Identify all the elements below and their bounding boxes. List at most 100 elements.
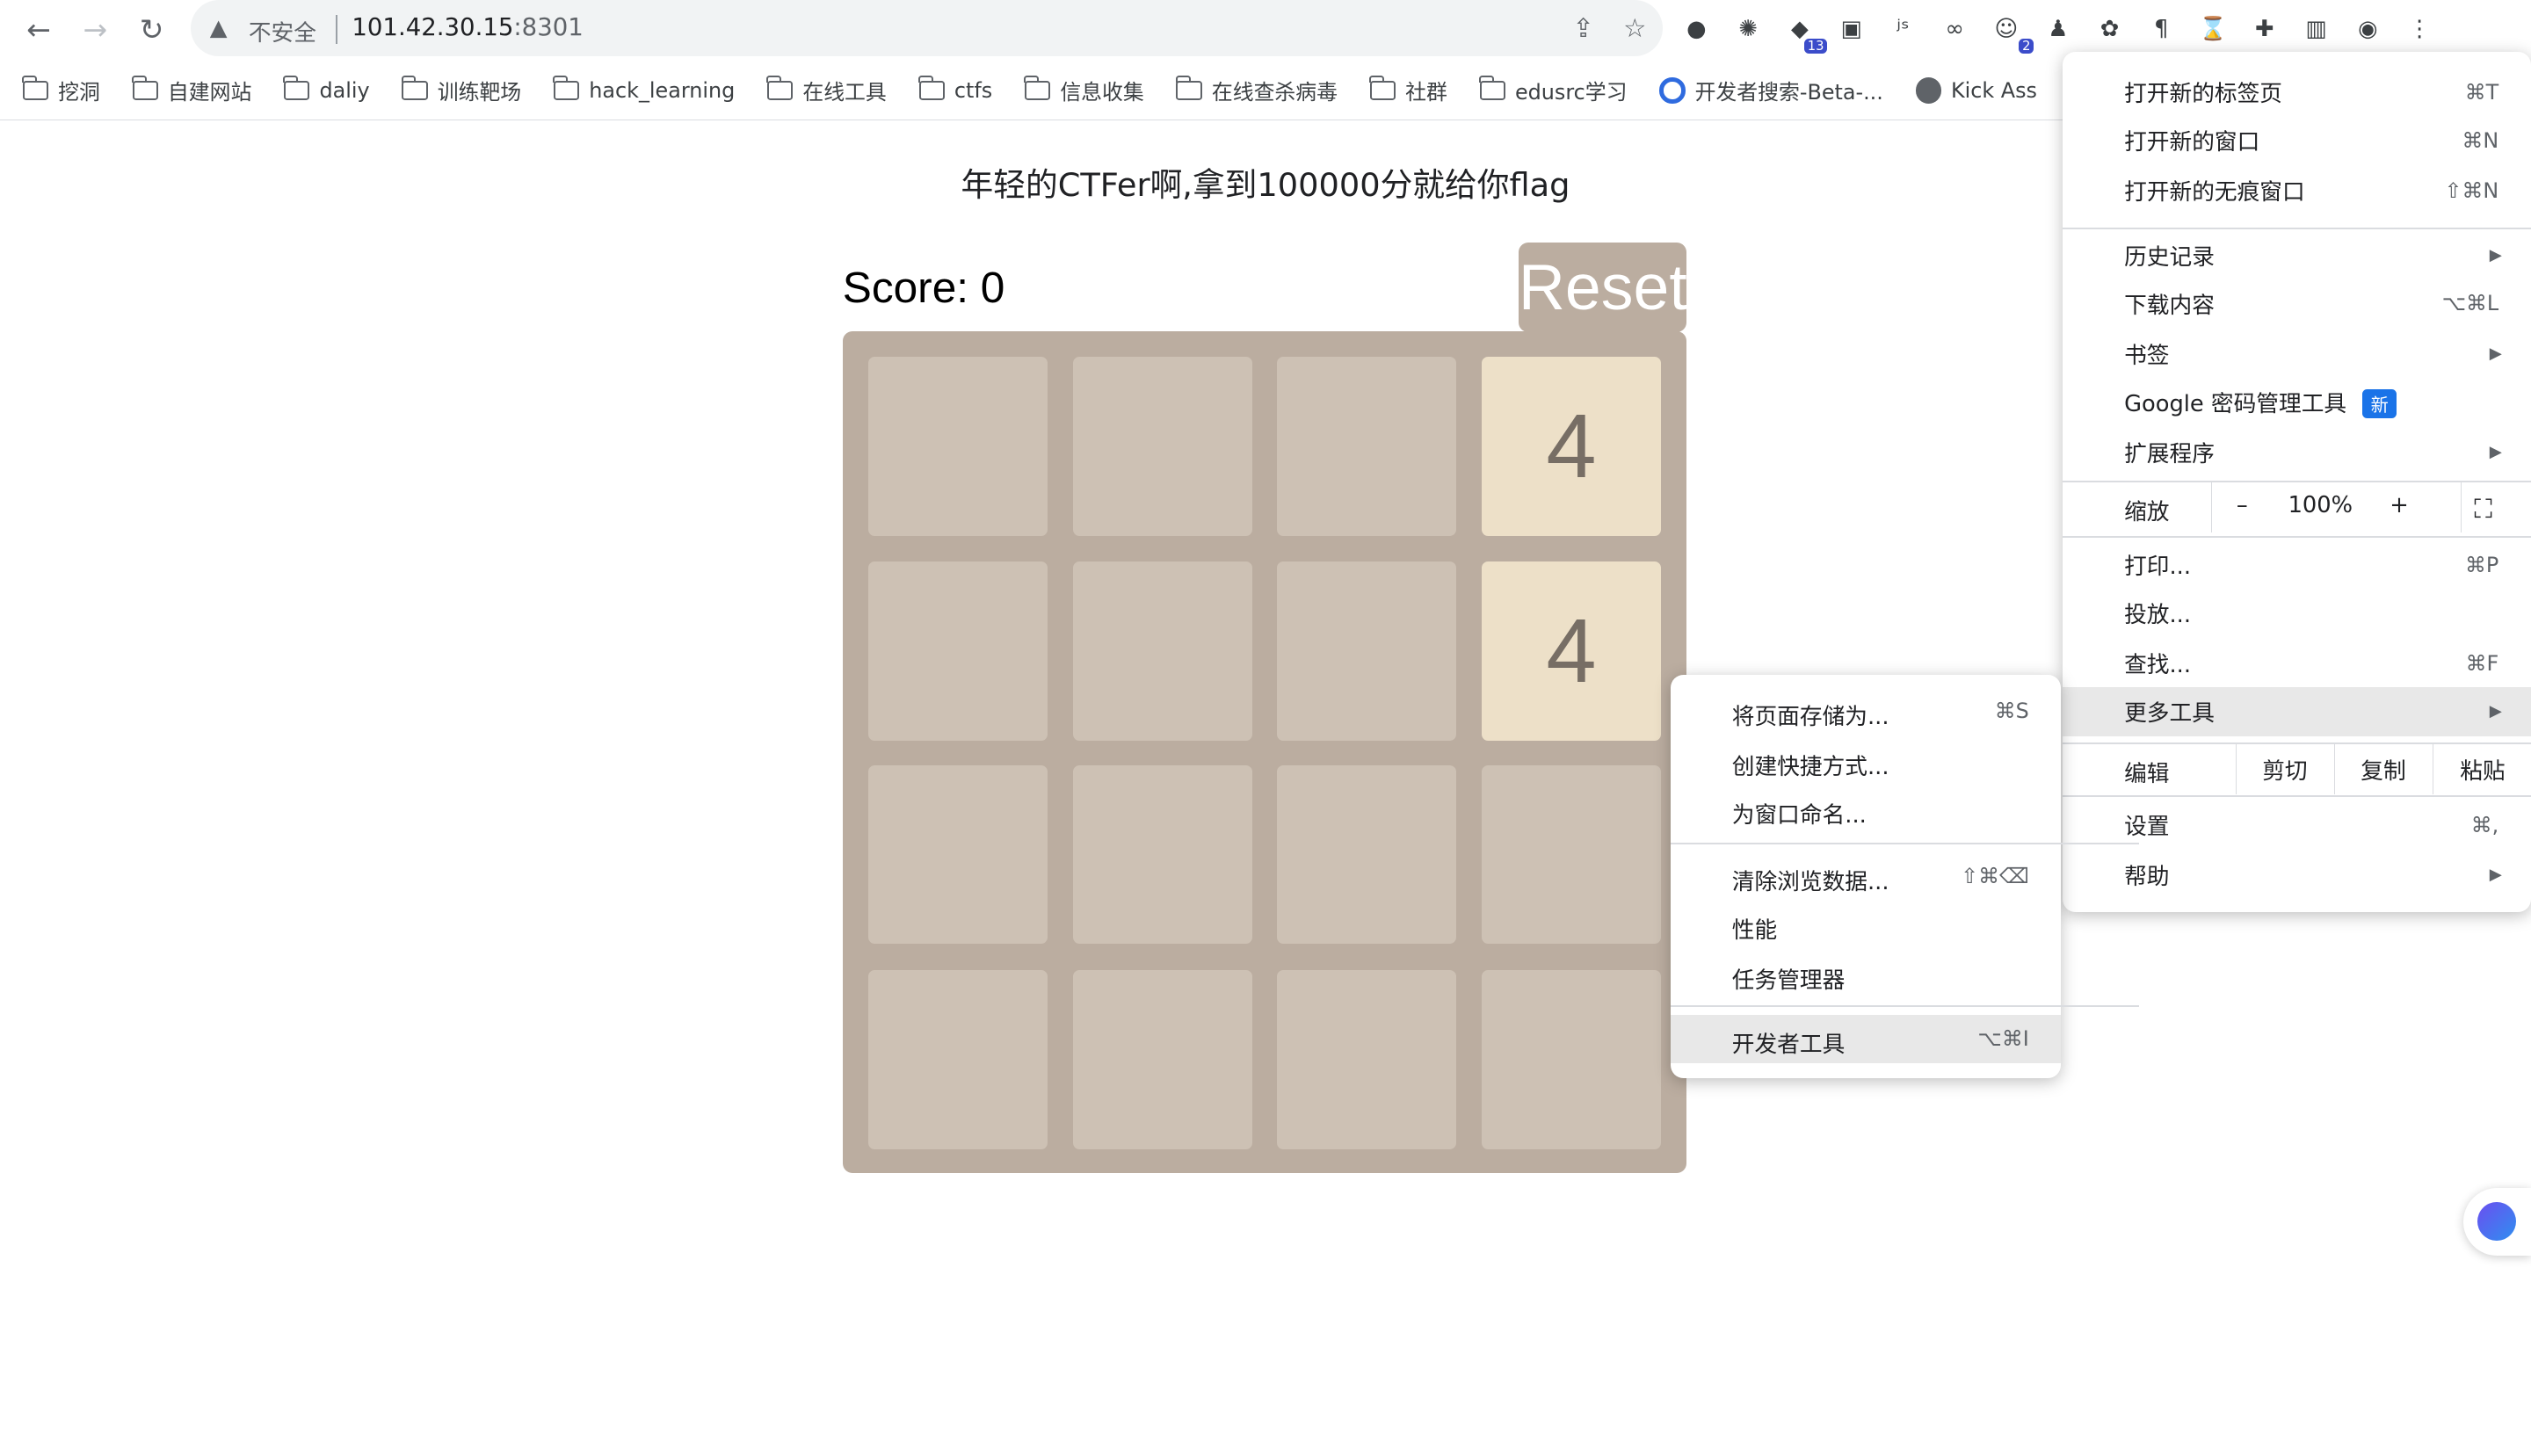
submenu-task-manager[interactable]: 任务管理器 xyxy=(1671,951,2061,999)
menu-label: 为窗口命名... xyxy=(1731,802,1867,829)
puzzle-icon[interactable]: ✚ xyxy=(2247,11,2282,47)
openai-icon[interactable]: ✺ xyxy=(1730,11,1766,47)
menu-downloads[interactable]: 下载内容 ⌥⌘L xyxy=(2063,279,2531,328)
globe-icon xyxy=(1915,77,1941,104)
bookmark-folder[interactable]: 社群 xyxy=(1368,75,1447,105)
hourglass-icon[interactable]: ⌛ xyxy=(2195,11,2230,47)
profile-icon[interactable]: ◉ xyxy=(2350,11,2385,47)
address-bar[interactable]: ▲ 不安全 101.42.30.15:8301 ⇪ ☆ xyxy=(190,0,1663,57)
bookmark-label: Kick Ass xyxy=(1950,77,2037,103)
sidepanel-icon[interactable]: ▥ xyxy=(2298,11,2333,47)
graduation-cap-icon[interactable]: ◆ 13 xyxy=(1782,11,1828,54)
menu-label: 开发者工具 xyxy=(1731,1032,1846,1059)
js-icon[interactable]: ʲˢ xyxy=(1885,11,1920,47)
robot-icon[interactable]: ☺ 2 xyxy=(1989,11,2034,54)
menu-label: 查找... xyxy=(2124,652,2191,679)
back-arrow-icon[interactable]: ← xyxy=(19,10,58,48)
folder-icon xyxy=(917,76,945,100)
grid-cell xyxy=(1482,764,1661,945)
grid-cell xyxy=(868,356,1048,536)
grid-tile: 4 xyxy=(1482,356,1661,536)
menu-more-tools[interactable]: 更多工具 ▶ xyxy=(2063,687,2531,736)
reset-button[interactable]: Reset xyxy=(1519,242,1687,333)
shortcut: ⌘F xyxy=(2465,650,2499,676)
bookmark-label: ctfs xyxy=(954,77,993,103)
menu-help[interactable]: 帮助 ▶ xyxy=(2063,851,2531,899)
grid-cell xyxy=(1276,969,1456,1149)
submenu-create-shortcut[interactable]: 创建快捷方式... xyxy=(1671,737,2061,786)
bookmark-folder[interactable]: 挖洞 xyxy=(21,75,100,105)
zoom-in-button[interactable]: + xyxy=(2390,492,2409,518)
paragraph-icon[interactable]: ¶ xyxy=(2143,11,2179,47)
url-text[interactable]: 101.42.30.15:8301 xyxy=(352,13,583,41)
bookmark-folder[interactable]: edusrc学习 xyxy=(1478,75,1627,105)
grid-cell xyxy=(1276,561,1456,742)
bookmark-folder[interactable]: 信息收集 xyxy=(1024,75,1144,105)
shortcut: ⇧⌘⌫ xyxy=(1961,863,2029,888)
security-label[interactable]: 不安全 xyxy=(249,15,316,47)
link-icon[interactable]: ∞ xyxy=(1937,11,1972,47)
bookmark-label: 训练靶场 xyxy=(437,80,522,105)
penguin-icon[interactable]: ♟ xyxy=(2041,11,2076,47)
submenu-save-page[interactable]: 将页面存储为... ⌘S xyxy=(1671,687,2061,735)
menu-label: 投放... xyxy=(2124,602,2191,629)
shortcut: ⌘T xyxy=(2464,79,2499,105)
menu-bookmarks[interactable]: 书签 ▶ xyxy=(2063,330,2531,378)
menu-new-window[interactable]: 打开新的窗口 ⌘N xyxy=(2063,116,2531,164)
search-engine-icon xyxy=(1659,77,1686,104)
bookmark-label: daliy xyxy=(319,77,370,103)
circle-icon[interactable]: ● xyxy=(1679,11,1714,47)
submenu-devtools[interactable]: 开发者工具 ⌥⌘I xyxy=(1670,1015,2062,1064)
menu-label: 更多工具 xyxy=(2124,700,2215,728)
bookmark-folder[interactable]: 在线工具 xyxy=(766,75,887,105)
chrome-menu: 打开新的标签页 ⌘T 打开新的窗口 ⌘N 打开新的无痕窗口 ⇧⌘N 历史记录 ▶ 下载内… xyxy=(2063,51,2531,912)
bookmark-link[interactable]: 开发者搜索-Beta-... xyxy=(1659,75,1883,105)
cut-button[interactable]: 剪切 xyxy=(2235,743,2333,794)
new-badge: 新 xyxy=(2362,388,2397,418)
grid-cell xyxy=(868,764,1048,945)
menu-edit-row: 编辑 剪切 复制 粘贴 xyxy=(2063,743,2531,794)
paste-button[interactable]: 粘贴 xyxy=(2432,743,2531,794)
menu-extensions[interactable]: 扩展程序 ▶ xyxy=(2063,428,2531,476)
copy-button[interactable]: 复制 xyxy=(2333,743,2432,794)
warning-triangle-icon[interactable]: ▲ xyxy=(210,15,228,41)
submenu-performance[interactable]: 性能 xyxy=(1671,901,2061,949)
submenu-clear-data[interactable]: 清除浏览数据... ⇧⌘⌫ xyxy=(1671,852,2061,901)
folder-icon xyxy=(1024,76,1051,100)
menu-new-tab[interactable]: 打开新的标签页 ⌘T xyxy=(2063,68,2531,116)
forward-arrow-icon[interactable]: → xyxy=(76,10,114,48)
bookmark-star-icon[interactable]: ☆ xyxy=(1623,13,1646,43)
grid-cell xyxy=(868,969,1048,1149)
menu-password-manager[interactable]: Google 密码管理工具新 xyxy=(2063,378,2531,426)
fullscreen-icon[interactable]: ⛶ xyxy=(2474,494,2492,525)
shortcut: ⌥⌘I xyxy=(1977,1026,2029,1052)
folder-icon xyxy=(1368,76,1396,100)
bookmark-folder[interactable]: 在线查杀病毒 xyxy=(1175,75,1338,105)
menu-label: 打印... xyxy=(2124,554,2191,581)
menu-history[interactable]: 历史记录 ▶ xyxy=(2063,231,2531,279)
grid-tile: 4 xyxy=(1482,561,1661,742)
submenu-name-window[interactable]: 为窗口命名... xyxy=(1671,786,2061,834)
password-manager-label: Google 密码管理工具 xyxy=(2124,390,2347,417)
reload-icon[interactable]: ↻ xyxy=(133,10,171,48)
folder-icon xyxy=(283,76,310,100)
menu-cast[interactable]: 投放... xyxy=(2063,589,2531,637)
bookmark-folder[interactable]: hack_learning xyxy=(553,76,735,103)
bookmark-folder[interactable]: ctfs xyxy=(917,76,993,103)
flower-icon[interactable]: ✿ xyxy=(2092,11,2127,47)
menu-print[interactable]: 打印... ⌘P xyxy=(2063,540,2531,589)
gamepad-icon[interactable]: ▣ xyxy=(1833,11,1868,47)
bookmark-folder[interactable]: daliy xyxy=(283,76,370,103)
assistant-bubble-icon[interactable] xyxy=(2462,1187,2531,1256)
assistant-logo xyxy=(2477,1202,2517,1242)
kebab-menu-icon[interactable]: ⋮ xyxy=(2402,11,2437,47)
bookmark-folder[interactable]: 训练靶场 xyxy=(401,75,522,105)
bookmark-folder[interactable]: 自建网站 xyxy=(131,75,251,105)
menu-find[interactable]: 查找... ⌘F xyxy=(2063,639,2531,687)
menu-incognito[interactable]: 打开新的无痕窗口 ⇧⌘N xyxy=(2063,166,2531,214)
shortcut: ⌥⌘L xyxy=(2441,291,2499,316)
bookmark-link[interactable]: Kick Ass xyxy=(1915,77,2037,104)
zoom-out-button[interactable]: – xyxy=(2237,492,2248,518)
edit-label: 编辑 xyxy=(2124,760,2170,787)
share-icon[interactable]: ⇪ xyxy=(1572,13,1594,43)
